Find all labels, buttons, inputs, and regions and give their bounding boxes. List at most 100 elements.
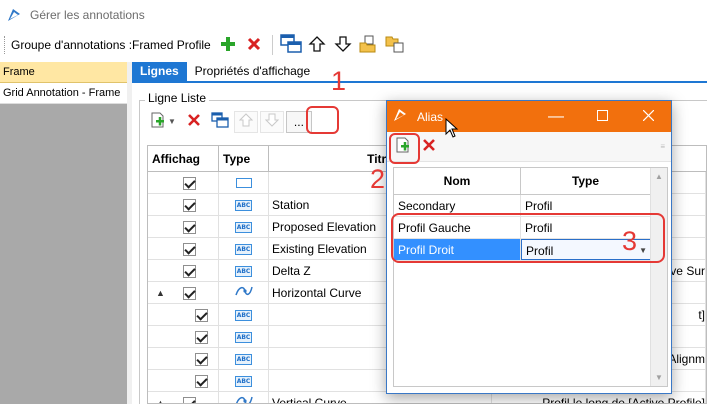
move-down-button[interactable] (331, 33, 355, 57)
mouse-cursor-icon (445, 117, 459, 141)
visibility-cell (148, 348, 219, 370)
window-title: Gérer les annotations (30, 8, 145, 22)
type-cell: ABC (219, 370, 269, 392)
type-cell: ABC (219, 238, 269, 260)
vertical-scrollbar[interactable]: ▲ ▼ (650, 168, 667, 386)
alias-grid-header: Nom Type (394, 168, 667, 195)
visibility-checkbox[interactable] (195, 352, 208, 366)
visibility-cell (148, 194, 219, 216)
export-button[interactable] (383, 33, 407, 57)
dialog-title: Alias (417, 109, 444, 124)
visibility-cell (148, 172, 219, 194)
left-item-grid-annotation-frame[interactable]: Grid Annotation - Frame (0, 83, 127, 104)
arrow-down-icon (334, 35, 352, 56)
add-line-button[interactable] (146, 111, 170, 133)
scroll-down-icon[interactable]: ▼ (655, 373, 663, 382)
windows-icon (279, 33, 302, 57)
arrow-up-icon (308, 35, 326, 56)
annotation-number-2: 2 (370, 164, 386, 194)
text-abc-icon: ABC (235, 265, 252, 277)
red-x-icon (188, 114, 200, 129)
arrow-up-icon (238, 113, 254, 130)
toolbar-grip[interactable] (4, 36, 7, 54)
close-button[interactable] (625, 101, 671, 132)
visibility-cell: ▲ (148, 392, 219, 403)
window-controls: — (533, 101, 671, 132)
visibility-checkbox[interactable] (183, 242, 196, 256)
visibility-checkbox[interactable] (183, 220, 196, 234)
visibility-cell (148, 260, 219, 282)
tab-lignes[interactable]: Lignes (132, 62, 187, 81)
annotation-list-panel: Frame Grid Annotation - Frame (0, 62, 127, 404)
window-layout-button[interactable] (279, 33, 303, 57)
left-item-frame[interactable]: Frame (0, 62, 127, 83)
curve-icon (234, 282, 253, 304)
alias-type-value: Profil (525, 199, 553, 213)
window-titlebar: Gérer les annotations (0, 0, 707, 30)
toolbar-separator (271, 35, 273, 55)
column-header-type[interactable]: Type (521, 168, 651, 194)
expander-icon[interactable]: ▲ (156, 392, 165, 403)
type-cell: ABC (219, 304, 269, 326)
text-abc-icon: ABC (235, 199, 252, 211)
visibility-checkbox[interactable] (183, 264, 196, 278)
move-up-button[interactable] (305, 33, 329, 57)
annotation-number-3: 3 (622, 226, 638, 256)
red-x-icon (423, 139, 435, 154)
visibility-cell (148, 216, 219, 238)
scroll-up-icon[interactable]: ▲ (655, 172, 663, 181)
type-cell (219, 392, 269, 403)
left-item-label: Frame (3, 66, 35, 78)
type-cell (219, 172, 269, 194)
column-header-type[interactable]: Type (219, 146, 269, 171)
visibility-cell (148, 326, 219, 348)
windows-icon (211, 112, 229, 131)
close-icon (642, 108, 654, 126)
expander-icon[interactable]: ▲ (156, 282, 165, 304)
add-document-icon (150, 112, 166, 131)
dialog-titlebar[interactable]: Alias — (387, 101, 671, 138)
maximize-icon (596, 108, 608, 126)
visibility-checkbox[interactable] (183, 396, 196, 403)
visibility-checkbox[interactable] (183, 286, 196, 300)
folder-export-icon (385, 34, 405, 57)
minimize-icon: — (548, 107, 564, 125)
column-header-nom[interactable]: Nom (394, 168, 521, 194)
visibility-checkbox[interactable] (183, 198, 196, 212)
delete-button[interactable] (242, 33, 266, 57)
text-abc-icon: ABC (235, 353, 252, 365)
visibility-checkbox[interactable] (195, 330, 208, 344)
arrow-down-icon (264, 113, 280, 130)
minimize-button[interactable]: — (533, 101, 579, 132)
chevron-down-icon[interactable]: ▼ (168, 117, 176, 126)
rectangle-icon (235, 178, 252, 188)
delete-line-button[interactable] (182, 111, 206, 133)
visibility-checkbox[interactable] (195, 374, 208, 388)
text-abc-icon: ABC (235, 309, 252, 321)
column-header-affichage[interactable]: Affichag (148, 146, 219, 171)
visibility-checkbox[interactable] (183, 176, 196, 190)
alias-grid: Nom Type Secondary Profil Profil Gauche Pro… (393, 167, 668, 387)
text-abc-icon: ABC (235, 331, 252, 343)
visibility-cell (148, 304, 219, 326)
visibility-cell (148, 370, 219, 392)
delete-alias-button[interactable] (417, 136, 441, 158)
folder-import-icon (359, 34, 379, 57)
left-item-label: Grid Annotation - Frame (3, 87, 121, 99)
tab-proprietes-affichage[interactable]: Propriétés d'affichage (187, 62, 318, 81)
maximize-button[interactable] (579, 101, 625, 132)
type-cell: ABC (219, 348, 269, 370)
type-cell: ABC (219, 260, 269, 282)
window-layout-button[interactable] (208, 111, 232, 133)
ellipsis-label: ... (293, 114, 304, 129)
visibility-checkbox[interactable] (195, 308, 208, 322)
import-button[interactable] (357, 33, 381, 57)
plus-icon (220, 36, 236, 55)
move-down-button[interactable] (259, 110, 284, 133)
ligne-liste-title: Ligne Liste (145, 91, 210, 105)
dialog-toolbar: ≡ (387, 132, 671, 162)
toolbar-overflow-icon[interactable]: ≡ (660, 142, 665, 151)
type-cell: ABC (219, 326, 269, 348)
add-button[interactable] (216, 33, 240, 57)
move-up-button[interactable] (233, 110, 258, 133)
